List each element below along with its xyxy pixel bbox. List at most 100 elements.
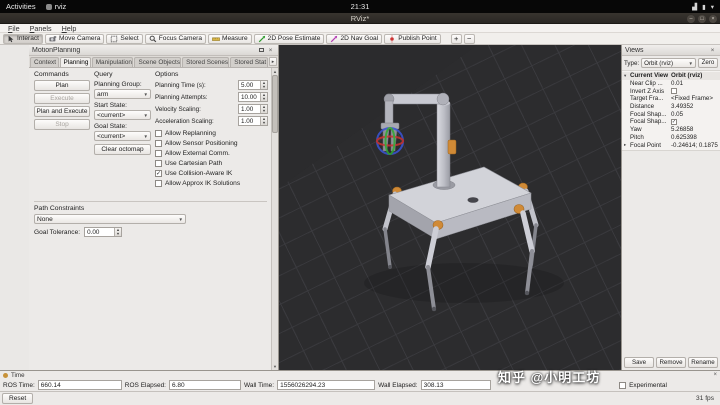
velocity-scaling-value: 1.00 xyxy=(241,105,254,113)
checkbox-label: Allow External Comm. xyxy=(165,149,230,157)
wall-time-field[interactable]: 1556026294.23 xyxy=(277,380,376,390)
add-tool-button[interactable]: + xyxy=(450,33,462,44)
property-row[interactable]: Pitch 0.625398 xyxy=(622,134,720,142)
velocity-scaling-input[interactable]: 1.00 ▲ ▼ xyxy=(238,104,268,114)
tab-context[interactable]: Context xyxy=(30,57,59,67)
view-type-select[interactable]: Orbit (rviz) ▼ xyxy=(641,58,696,68)
app-menu[interactable]: rviz xyxy=(45,2,66,11)
app-icon xyxy=(45,3,52,10)
property-row[interactable]: ▸ Focal Point -0.24614; 0.1875... xyxy=(622,141,720,149)
menu-panels[interactable]: Panels xyxy=(25,24,57,33)
tool-select[interactable]: Select xyxy=(106,33,143,44)
spinner-arrows-icon[interactable]: ▲ ▼ xyxy=(260,93,267,101)
property-row[interactable]: Near Clip ... 0.01 xyxy=(622,80,720,88)
goal-tolerance-input[interactable]: 0.00 ▲ ▼ xyxy=(84,227,123,237)
tab-stored-scenes[interactable]: Stored Scenes xyxy=(182,57,230,67)
tool-2d-pose-estimate[interactable]: 2D Pose Estimate xyxy=(253,33,325,44)
wall-time-value: 1556026294.23 xyxy=(280,381,326,389)
allow-approx-ik-checkbox[interactable] xyxy=(155,179,162,187)
publish-point-icon xyxy=(390,34,394,43)
ros-time-label: ROS Time: xyxy=(3,381,35,389)
property-row[interactable]: Invert Z Axis xyxy=(622,87,720,95)
property-row[interactable]: Distance 3.49352 xyxy=(622,103,720,111)
property-row[interactable]: Focal Shap... 0.05 xyxy=(622,110,720,118)
clear-octomap-button[interactable]: Clear octomap xyxy=(94,144,151,155)
execute-button[interactable]: Execute xyxy=(34,93,90,104)
ros-time-field[interactable]: 660.14 xyxy=(37,380,122,390)
ros-elapsed-value: 6.80 xyxy=(171,381,185,389)
start-state-select[interactable]: <current> ▼ xyxy=(94,110,151,120)
invert-z-checkbox[interactable] xyxy=(671,88,677,95)
focal-shape-checkbox[interactable] xyxy=(671,118,677,125)
acceleration-scaling-input[interactable]: 1.00 ▲ ▼ xyxy=(238,116,268,126)
scrollbar-thumb[interactable] xyxy=(272,75,278,133)
tool-interact[interactable]: Interact xyxy=(3,33,43,44)
path-constraints-select[interactable]: None ▼ xyxy=(34,214,186,224)
remove-tool-button[interactable]: − xyxy=(463,33,475,44)
close-button[interactable]: × xyxy=(709,14,717,23)
minimize-button[interactable]: – xyxy=(687,14,695,23)
tool-focus-camera[interactable]: Focus Camera xyxy=(144,33,206,44)
close-icon[interactable]: × xyxy=(713,372,717,378)
allow-external-comm-checkbox[interactable] xyxy=(155,149,162,157)
tab-scene-objects[interactable]: Scene Objects xyxy=(134,57,182,67)
ros-elapsed-label: ROS Elapsed: xyxy=(124,381,166,389)
spinner-arrows-icon[interactable]: ▲ ▼ xyxy=(114,228,122,236)
spinner-arrows-icon[interactable]: ▲ ▼ xyxy=(260,105,267,113)
goal-state-select[interactable]: <current> ▼ xyxy=(94,131,151,141)
tool-2d-nav-goal[interactable]: 2D Nav Goal xyxy=(326,33,383,44)
tab-manipulation[interactable]: Manipulation xyxy=(91,57,134,67)
allow-sensor-positioning-checkbox[interactable] xyxy=(155,139,162,147)
scrollbar[interactable]: ▲ ▼ xyxy=(271,68,278,370)
experimental-label: Experimental xyxy=(629,381,667,389)
tool-measure[interactable]: Measure xyxy=(208,33,252,44)
maximize-button[interactable]: □ xyxy=(698,14,706,23)
scroll-up-icon[interactable]: ▲ xyxy=(272,68,278,75)
reset-button[interactable]: Reset xyxy=(2,393,34,404)
save-view-button[interactable]: Save xyxy=(624,357,654,368)
remove-view-button[interactable]: Remove xyxy=(656,357,686,368)
chevron-down-icon: ▼ xyxy=(178,216,183,222)
rename-view-button[interactable]: Rename xyxy=(688,357,718,368)
plan-button[interactable]: Plan xyxy=(34,80,90,91)
planning-time-input[interactable]: 5.00 ▲ ▼ xyxy=(238,80,268,90)
tab-stored-states[interactable]: Stored Stat xyxy=(230,57,269,67)
tab-scroll-right-icon[interactable]: ▸ xyxy=(269,57,278,66)
float-panel-button[interactable] xyxy=(257,46,266,55)
wall-elapsed-field[interactable]: 308.13 xyxy=(420,380,491,390)
system-tray[interactable]: ▟ ▮ ▾ xyxy=(692,3,714,11)
commands-title: Commands xyxy=(34,71,69,78)
tool-label: Measure xyxy=(222,35,248,42)
activities-button[interactable]: Activities xyxy=(6,2,36,11)
spinner-arrows-icon[interactable]: ▲ ▼ xyxy=(260,117,267,125)
tool-label: Publish Point xyxy=(398,35,437,42)
use-collision-aware-ik-checkbox[interactable] xyxy=(155,169,162,177)
plan-and-execute-button[interactable]: Plan and Execute xyxy=(34,106,90,117)
tool-publish-point[interactable]: Publish Point xyxy=(384,33,441,44)
property-row[interactable]: Target Fra... <Fixed Frame> xyxy=(622,95,720,103)
close-panel-button[interactable]: × xyxy=(266,46,275,55)
property-row[interactable]: Focal Shap... xyxy=(622,118,720,126)
ros-elapsed-field[interactable]: 6.80 xyxy=(168,380,241,390)
motion-planning-header: MotionPlanning × xyxy=(29,45,278,56)
property-row[interactable]: ▾ Current View Orbit (rviz) xyxy=(622,72,720,80)
planning-group-select[interactable]: arm ▼ xyxy=(94,89,151,99)
experimental-checkbox[interactable] xyxy=(619,381,627,389)
menu-file[interactable]: File xyxy=(3,24,25,33)
close-panel-button[interactable]: × xyxy=(708,46,717,55)
allow-replanning-checkbox[interactable] xyxy=(155,129,162,137)
scroll-down-icon[interactable]: ▼ xyxy=(272,363,278,370)
3d-viewport[interactable] xyxy=(279,45,621,370)
path-constraints-value: None xyxy=(37,215,53,223)
property-row[interactable]: Yaw 5.26858 xyxy=(622,126,720,134)
tab-planning[interactable]: Planning xyxy=(59,57,91,67)
stop-button[interactable]: Stop xyxy=(34,119,90,130)
clock[interactable]: 21:31 xyxy=(351,2,370,11)
planning-tab-content: Commands Plan Execute Plan and Execute S… xyxy=(29,68,278,370)
menu-help[interactable]: Help xyxy=(57,24,82,33)
spinner-arrows-icon[interactable]: ▲ ▼ xyxy=(260,81,267,89)
zero-button[interactable]: Zero xyxy=(698,58,718,68)
planning-attempts-input[interactable]: 10.00 ▲ ▼ xyxy=(238,92,268,102)
use-cartesian-path-checkbox[interactable] xyxy=(155,159,162,167)
tool-move-camera[interactable]: Move Camera xyxy=(45,33,105,44)
